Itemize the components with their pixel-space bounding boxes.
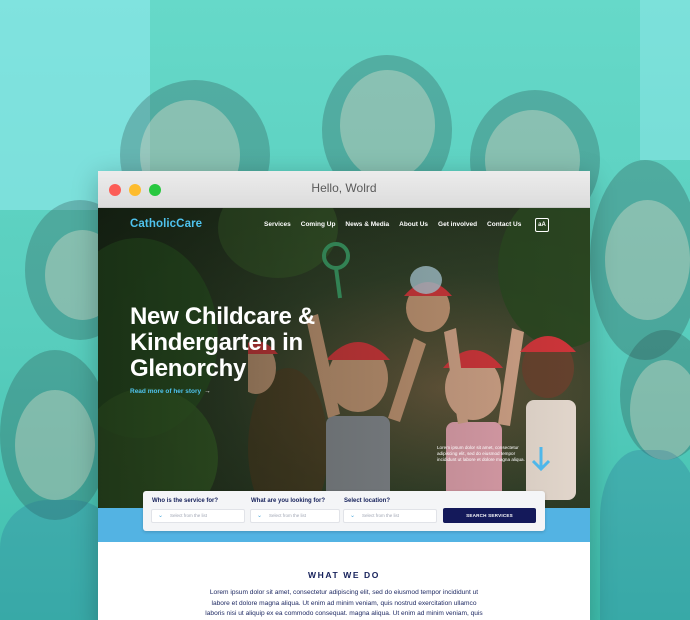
text-size-button[interactable]: aA <box>535 218 549 232</box>
section-body: Lorem ipsum dolor sit amet, consectetur … <box>205 589 483 617</box>
site-logo[interactable]: CatholicCare <box>130 218 202 230</box>
location-label: Select location? <box>344 498 391 504</box>
hero-blurb: Lorem ipsum dolor sit amet, consectetur … <box>437 445 525 462</box>
nav-item-coming-up[interactable]: Coming Up <box>301 221 336 228</box>
main-nav: Services Coming Up News & Media About Us… <box>264 221 521 228</box>
chevron-down-icon: ⌄ <box>158 513 164 519</box>
browser-window: Hello, Wolrd CatholicCare Services Comin… <box>98 171 590 620</box>
nav-item-news-media[interactable]: News & Media <box>345 221 389 228</box>
nav-item-services[interactable]: Services <box>264 221 291 228</box>
service-search-form: Who is the service for? ⌄ Select from th… <box>143 491 545 531</box>
search-services-button[interactable]: SEARCH SERVICES <box>443 508 536 523</box>
chevron-down-icon: ⌄ <box>350 513 356 519</box>
window-title: Hello, Wolrd <box>311 181 377 195</box>
who-select[interactable]: ⌄ Select from the list <box>151 509 245 523</box>
window-titlebar[interactable]: Hello, Wolrd <box>98 171 590 208</box>
arrow-down-icon[interactable] <box>531 446 551 472</box>
hero-headline: New Childcare & Kindergarten in Glenorch… <box>130 303 315 382</box>
who-label: Who is the service for? <box>152 498 219 504</box>
chevron-down-icon: ⌄ <box>257 513 263 519</box>
hero-section: CatholicCare Services Coming Up News & M… <box>98 208 590 508</box>
nav-item-get-involved[interactable]: Get involved <box>438 221 477 228</box>
location-select[interactable]: ⌄ Select from the list <box>343 509 437 523</box>
section-title: WHAT WE DO <box>307 570 381 580</box>
nav-item-about-us[interactable]: About Us <box>399 221 428 228</box>
read-more-link[interactable]: Read more of her story → <box>130 388 211 395</box>
what-label: What are you looking for? <box>251 498 326 504</box>
what-select[interactable]: ⌄ Select from the list <box>250 509 340 523</box>
background-window <box>640 0 690 160</box>
what-we-do-section: WHAT WE DO Lorem ipsum dolor sit amet, c… <box>98 542 590 620</box>
arrow-right-icon: → <box>204 388 211 395</box>
nav-item-contact-us[interactable]: Contact Us <box>487 221 521 228</box>
